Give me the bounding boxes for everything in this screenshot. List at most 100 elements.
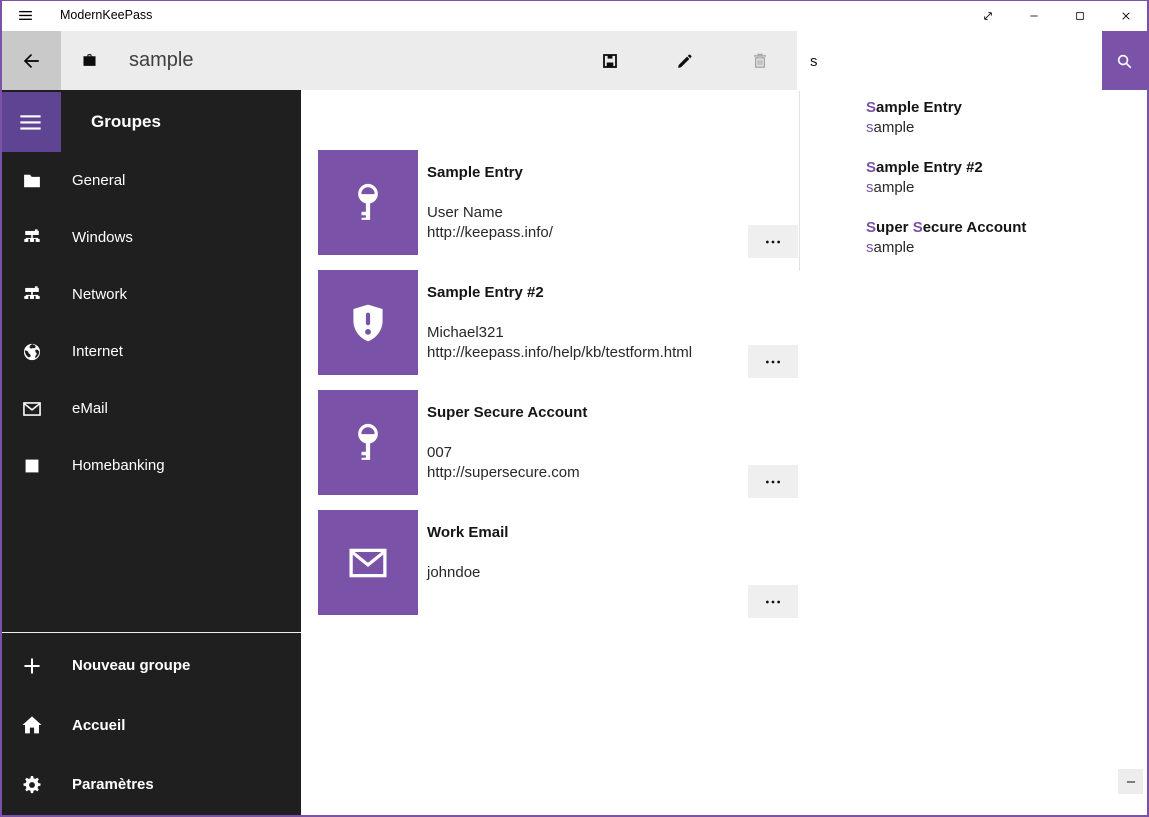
entry-username: User Name: [427, 204, 503, 221]
sidebar-item-label: Windows: [72, 229, 133, 246]
sidebar-item-label: General: [72, 172, 125, 189]
home-icon: [21, 714, 43, 736]
delete-button[interactable]: [740, 31, 780, 91]
entry-title: Sample Entry: [427, 164, 523, 181]
command-bar: sample: [0, 31, 1149, 91]
mail-icon: [21, 398, 43, 420]
entry-row[interactable]: Sample Entry #2 Michael321 http://keepass.…: [301, 270, 1149, 375]
edit-button[interactable]: [665, 31, 705, 91]
search-suggestion[interactable]: Sample Entry #2sample: [800, 151, 1147, 211]
network-icon: [21, 284, 43, 306]
entry-title: Super Secure Account: [427, 404, 587, 421]
search-suggestion[interactable]: Super Secure Accountsample: [800, 211, 1147, 271]
entry-tile: [318, 270, 418, 375]
shield-icon: [345, 300, 391, 346]
entry-url: http://keepass.info/help/kb/testform.htm…: [427, 344, 692, 361]
titlebar: ModernKeePass: [0, 0, 1149, 31]
sidebar-action-accueil[interactable]: Accueil: [0, 696, 301, 756]
window-controls: [965, 0, 1149, 31]
plus-icon: [21, 655, 43, 677]
sidebar-action-param-tres[interactable]: Paramètres: [0, 755, 301, 815]
ellipsis-icon: [764, 233, 782, 251]
entry-more-button[interactable]: [748, 465, 798, 498]
sidebar-action-nouveau-groupe[interactable]: Nouveau groupe: [0, 636, 301, 696]
entry-username: Michael321: [427, 324, 504, 341]
briefcase-icon: [81, 52, 98, 69]
sidebar-separator: [0, 632, 301, 633]
sidebar-item-internet[interactable]: Internet: [0, 323, 301, 380]
sidebar-item-label: Homebanking: [72, 457, 165, 474]
entry-tile: [318, 510, 418, 615]
sidebar-action-label: Paramètres: [72, 776, 154, 793]
suggestion-title: Sample Entry: [866, 98, 1147, 118]
suggestion-title: Sample Entry #2: [866, 158, 1147, 178]
globe-icon: [21, 341, 43, 363]
save-icon: [601, 52, 619, 70]
search-icon: [1115, 52, 1134, 71]
entry-url: http://supersecure.com: [427, 464, 580, 481]
sidebar-item-network[interactable]: Network: [0, 266, 301, 323]
entry-tile: [318, 390, 418, 495]
hamburger-icon: [17, 109, 44, 136]
sidebar-action-label: Accueil: [72, 717, 125, 734]
entry-title: Sample Entry #2: [427, 284, 544, 301]
sidebar: Groupes General Windows Network Internet eMa…: [0, 90, 301, 817]
back-arrow-icon: [20, 50, 42, 72]
back-button[interactable]: [0, 31, 61, 91]
sidebar-item-email[interactable]: eMail: [0, 380, 301, 437]
database-name: sample: [129, 31, 193, 89]
suggestion-subtitle: sample: [866, 118, 1147, 138]
sidebar-item-general[interactable]: General: [0, 152, 301, 209]
maximize-icon: [1072, 8, 1088, 24]
app-window: ModernKeePass sample: [0, 0, 1149, 817]
fullscreen-button[interactable]: [965, 0, 1011, 31]
entry-title: Work Email: [427, 524, 508, 541]
close-button[interactable]: [1103, 0, 1149, 31]
hamburger-icon[interactable]: [17, 7, 34, 24]
entry-username: johndoe: [427, 564, 480, 581]
sidebar-item-label: Network: [72, 286, 127, 303]
sidebar-item-homebanking[interactable]: Homebanking: [0, 437, 301, 494]
sidebar-actions: Nouveau groupe Accueil Paramètres: [0, 636, 301, 815]
gear-icon: [21, 774, 43, 796]
trash-icon: [751, 52, 769, 70]
sidebar-item-windows[interactable]: Windows: [0, 209, 301, 266]
window-title: ModernKeePass: [60, 0, 152, 31]
ellipsis-icon: [764, 473, 782, 491]
save-button[interactable]: [590, 31, 630, 91]
sidebar-item-label: Internet: [72, 343, 123, 360]
entry-row[interactable]: Work Email johndoe: [301, 510, 1149, 615]
network-icon: [21, 227, 43, 249]
search-button[interactable]: [1102, 31, 1147, 91]
close-icon: [1118, 8, 1134, 24]
ellipsis-icon: [764, 353, 782, 371]
ellipsis-icon: [764, 593, 782, 611]
search-suggestions-dropdown: Sample EntrysampleSample Entry #2sampleS…: [799, 91, 1147, 271]
fullscreen-icon: [980, 8, 996, 24]
suggestion-title: Super Secure Account: [866, 218, 1147, 238]
square-icon: [21, 455, 43, 477]
zoom-out-button[interactable]: [1118, 769, 1143, 794]
suggestion-subtitle: sample: [866, 238, 1147, 258]
search-suggestion[interactable]: Sample Entrysample: [800, 91, 1147, 151]
mail-icon: [345, 540, 391, 586]
search-box: [797, 31, 1102, 91]
entry-row[interactable]: Super Secure Account 007 http://supersecur…: [301, 390, 1149, 495]
search-input[interactable]: [797, 31, 1102, 91]
entry-more-button[interactable]: [748, 585, 798, 618]
group-list: General Windows Network Internet eMail Homeba…: [0, 152, 301, 494]
entry-username: 007: [427, 444, 452, 461]
maximize-button[interactable]: [1057, 0, 1103, 31]
entry-more-button[interactable]: [748, 225, 798, 258]
folder-icon: [21, 170, 43, 192]
sidebar-item-label: eMail: [72, 400, 108, 417]
sidebar-action-label: Nouveau groupe: [72, 657, 190, 674]
entry-tile: [318, 150, 418, 255]
entry-url: http://keepass.info/: [427, 224, 553, 241]
minimize-button[interactable]: [1011, 0, 1057, 31]
entry-more-button[interactable]: [748, 345, 798, 378]
sidebar-menu-button[interactable]: [0, 92, 61, 152]
pencil-icon: [676, 52, 694, 70]
sidebar-header: Groupes: [91, 92, 161, 152]
key-icon: [345, 180, 391, 226]
